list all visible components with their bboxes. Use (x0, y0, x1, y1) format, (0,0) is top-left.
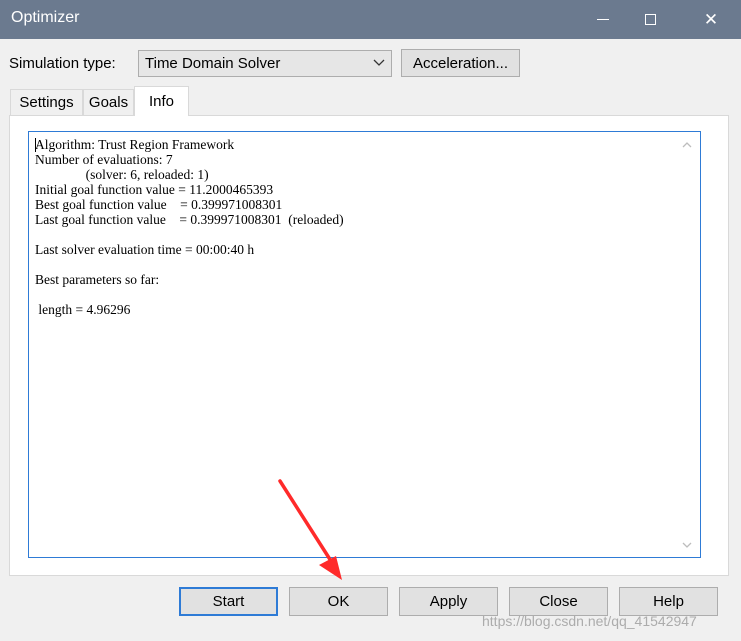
info-text: Algorithm: Trust Region Framework Number… (35, 137, 344, 317)
simulation-type-value: Time Domain Solver (145, 55, 281, 72)
info-line: Last solver evaluation time = 00:00:40 h (35, 242, 255, 257)
maximize-icon (644, 14, 656, 25)
info-line: Best goal function value = 0.39997100830… (35, 197, 283, 212)
info-line: length = 4.96296 (35, 302, 131, 317)
info-line: Best parameters so far: (35, 272, 160, 287)
info-textarea[interactable]: Algorithm: Trust Region Framework Number… (28, 131, 701, 558)
help-button[interactable]: Help (619, 587, 718, 616)
ok-button[interactable]: OK (289, 587, 388, 616)
close-window-button[interactable]: ✕ (688, 0, 734, 39)
scroll-down-button[interactable] (679, 538, 695, 552)
tab-info[interactable]: Info (134, 86, 189, 116)
acceleration-button[interactable]: Acceleration... (401, 49, 520, 77)
window-title: Optimizer (11, 9, 80, 26)
tab-settings[interactable]: Settings (10, 89, 83, 115)
info-line: Last goal function value = 0.39997100830… (35, 212, 344, 227)
title-bar: Optimizer ✕ (0, 0, 741, 39)
chevron-down-icon (373, 59, 385, 66)
minimize-icon (597, 19, 609, 20)
info-line: Initial goal function value = 11.2000465… (35, 182, 274, 197)
info-line: (solver: 6, reloaded: 1) (35, 167, 209, 182)
info-line: Number of evaluations: 7 (35, 152, 173, 167)
maximize-button[interactable] (627, 0, 673, 39)
chevron-down-icon (682, 542, 692, 548)
info-line: Algorithm: Trust Region Framework (35, 137, 235, 152)
simulation-type-label: Simulation type: (9, 55, 116, 72)
simulation-type-select[interactable]: Time Domain Solver (138, 50, 392, 77)
text-caret (35, 138, 36, 152)
watermark-text: https://blog.csdn.net/qq_41542947 (482, 613, 697, 629)
apply-button[interactable]: Apply (399, 587, 498, 616)
info-panel: Algorithm: Trust Region Framework Number… (9, 115, 729, 576)
tab-goals[interactable]: Goals (83, 89, 134, 115)
start-button[interactable]: Start (179, 587, 278, 616)
close-icon: ✕ (703, 9, 719, 30)
minimize-button[interactable] (580, 0, 626, 39)
scroll-up-button[interactable] (679, 138, 695, 152)
chevron-up-icon (682, 142, 692, 148)
close-button[interactable]: Close (509, 587, 608, 616)
